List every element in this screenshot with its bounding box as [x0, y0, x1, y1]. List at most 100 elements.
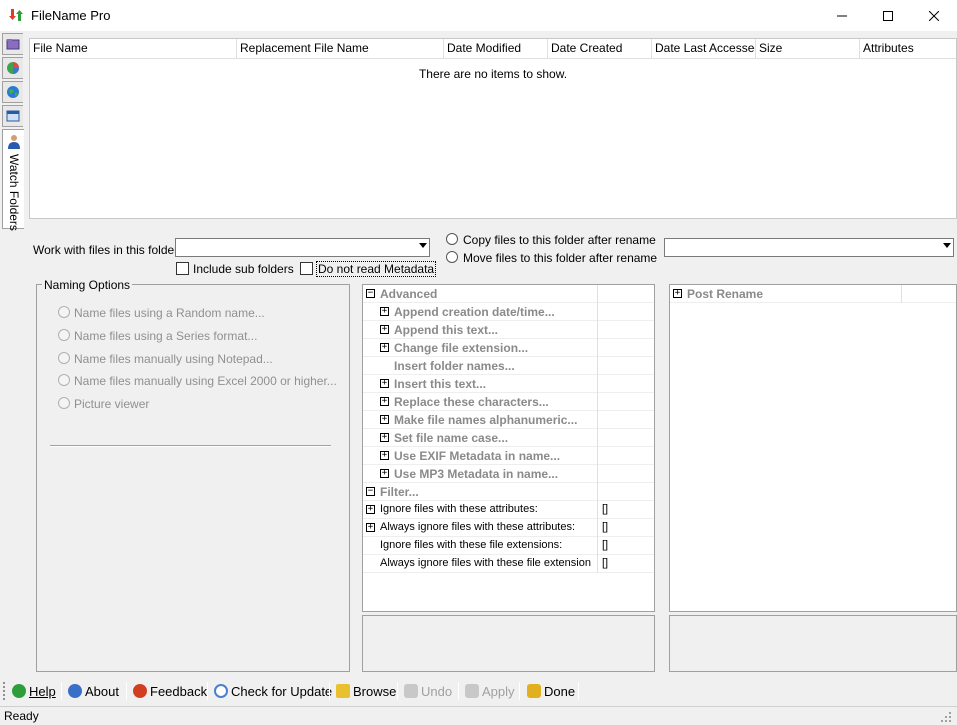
expand-plus-icon[interactable]: +	[380, 379, 389, 388]
picture-viewer-radio[interactable]	[58, 397, 70, 409]
resize-grip-icon[interactable]	[940, 711, 952, 723]
excel-label[interactable]: Name files manually using Excel 2000 or …	[74, 374, 337, 388]
column-header-date-modified[interactable]: Date Modified	[444, 39, 548, 59]
maximize-button[interactable]	[865, 0, 911, 31]
tree-row[interactable]: Insert folder names...	[363, 357, 654, 375]
value-cell[interactable]	[597, 303, 654, 321]
value-cell[interactable]	[597, 357, 654, 375]
value-cell[interactable]	[597, 483, 654, 501]
tab-watch-folders[interactable]: Watch Folders	[2, 129, 24, 231]
no-metadata-checkbox[interactable]	[300, 262, 313, 275]
random-name-radio[interactable]	[58, 306, 70, 318]
tree-row-value: []	[602, 503, 609, 515]
expand-plus-icon[interactable]: +	[366, 523, 375, 532]
copy-files-label[interactable]: Copy files to this folder after rename	[463, 233, 656, 247]
close-button[interactable]	[911, 0, 957, 31]
expand-plus-icon[interactable]: +	[380, 397, 389, 406]
side-tab-window[interactable]	[2, 105, 23, 127]
check-update-button[interactable]: Check for Update	[214, 681, 332, 701]
help-button[interactable]: Help	[12, 681, 56, 701]
expand-plus-icon[interactable]: +	[380, 343, 389, 352]
excel-radio[interactable]	[58, 374, 70, 386]
random-name-label[interactable]: Name files using a Random name...	[74, 306, 265, 320]
browse-button[interactable]: Browse	[336, 681, 396, 701]
tree-row[interactable]: + Use MP3 Metadata in name...	[363, 465, 654, 483]
value-cell[interactable]	[597, 465, 654, 483]
tree-row[interactable]: + Set file name case...	[363, 429, 654, 447]
value-cell[interactable]	[597, 285, 654, 303]
column-header-file-name[interactable]: File Name	[30, 39, 237, 59]
chevron-down-icon[interactable]	[943, 243, 951, 248]
maximize-icon	[883, 10, 893, 21]
column-header-replacement-name[interactable]: Replacement File Name	[237, 39, 444, 59]
minimize-button[interactable]	[819, 0, 865, 31]
value-cell[interactable]	[597, 411, 654, 429]
tree-row[interactable]: + Append creation date/time...	[363, 303, 654, 321]
advanced-options-tree[interactable]: − Advanced + Append creation date/time... + A…	[362, 284, 655, 612]
side-tab-globe[interactable]	[2, 81, 23, 103]
include-subfolders-label[interactable]: Include sub folders	[193, 262, 294, 276]
expand-plus-icon[interactable]: +	[380, 433, 389, 442]
notepad-radio[interactable]	[58, 352, 70, 364]
value-cell[interactable]: []	[597, 501, 654, 519]
tree-row[interactable]: + Use EXIF Metadata in name...	[363, 447, 654, 465]
tree-row[interactable]: + Make file names alphanumeric...	[363, 411, 654, 429]
value-cell[interactable]	[597, 447, 654, 465]
expand-plus-icon[interactable]: +	[380, 325, 389, 334]
value-cell[interactable]	[597, 339, 654, 357]
tree-row[interactable]: Always ignore files with these file exte…	[363, 555, 654, 573]
value-cell[interactable]	[597, 429, 654, 447]
post-rename-tree[interactable]: + Post Rename	[669, 284, 957, 612]
tree-row-post-rename[interactable]: + Post Rename	[670, 285, 956, 303]
picture-viewer-label[interactable]: Picture viewer	[74, 397, 149, 411]
collapse-minus-icon[interactable]: −	[366, 289, 375, 298]
column-header-size[interactable]: Size	[756, 39, 860, 59]
notepad-label[interactable]: Name files manually using Notepad...	[74, 352, 273, 366]
column-header-attributes[interactable]: Attributes	[860, 39, 957, 59]
expand-plus-icon[interactable]: +	[366, 505, 375, 514]
side-tab-folder[interactable]	[2, 33, 23, 55]
series-format-radio[interactable]	[58, 329, 70, 341]
toolbar-grip[interactable]	[3, 682, 6, 700]
tree-row[interactable]: + Append this text...	[363, 321, 654, 339]
column-header-date-last-accessed[interactable]: Date Last Accessed	[652, 39, 756, 59]
copy-files-radio[interactable]	[446, 233, 458, 245]
expand-plus-icon[interactable]: +	[380, 307, 389, 316]
apply-button[interactable]: Apply	[465, 681, 515, 701]
work-folder-combo[interactable]	[175, 238, 430, 257]
expand-plus-icon[interactable]: +	[380, 469, 389, 478]
include-subfolders-checkbox[interactable]	[176, 262, 189, 275]
value-cell[interactable]: []	[597, 537, 654, 555]
tree-row[interactable]: + Insert this text...	[363, 375, 654, 393]
value-cell[interactable]: []	[597, 519, 654, 537]
move-files-radio[interactable]	[446, 251, 458, 263]
expand-plus-icon[interactable]: +	[380, 415, 389, 424]
tree-row[interactable]: + Always ignore files with these attribut…	[363, 519, 654, 537]
tree-row[interactable]: − Filter...	[363, 483, 654, 501]
move-files-label[interactable]: Move files to this folder after rename	[463, 251, 657, 265]
done-button[interactable]: Done	[527, 681, 575, 701]
destination-folder-combo[interactable]	[664, 238, 954, 257]
side-tab-chart[interactable]	[2, 57, 23, 79]
value-cell[interactable]: []	[597, 555, 654, 573]
tree-row[interactable]: + Replace these characters...	[363, 393, 654, 411]
value-cell[interactable]	[597, 393, 654, 411]
tree-row[interactable]: + Change file extension...	[363, 339, 654, 357]
tree-row[interactable]: Ignore files with these file extensions:…	[363, 537, 654, 555]
tree-row[interactable]: + Ignore files with these attributes: []	[363, 501, 654, 519]
expand-plus-icon[interactable]: +	[673, 289, 682, 298]
no-metadata-label[interactable]: Do not read Metadata	[316, 261, 437, 277]
value-cell[interactable]	[597, 375, 654, 393]
chevron-down-icon[interactable]	[419, 243, 427, 248]
about-button[interactable]: About	[68, 681, 119, 701]
file-list[interactable]: File Name Replacement File Name Date Mod…	[29, 38, 957, 219]
feedback-button[interactable]: Feedback	[133, 681, 207, 701]
column-header-date-created[interactable]: Date Created	[548, 39, 652, 59]
watch-folders-label: Watch Folders	[7, 154, 21, 231]
series-format-label[interactable]: Name files using a Series format...	[74, 329, 257, 343]
value-cell[interactable]	[597, 321, 654, 339]
collapse-minus-icon[interactable]: −	[366, 487, 375, 496]
undo-button[interactable]: Undo	[404, 681, 452, 701]
tree-row[interactable]: − Advanced	[363, 285, 654, 303]
expand-plus-icon[interactable]: +	[380, 451, 389, 460]
